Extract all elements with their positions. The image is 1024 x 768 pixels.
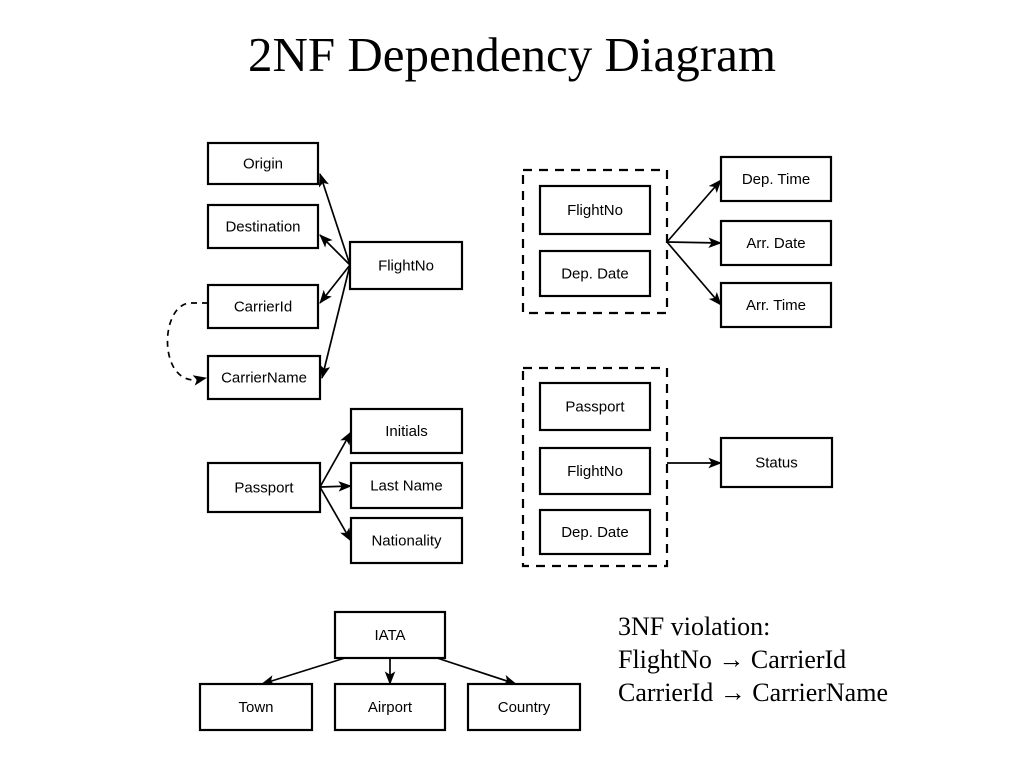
attribute-node[interactable]: Arr. Time [719, 281, 833, 329]
attribute-label: CarrierId [234, 298, 292, 315]
attribute-label: FlightNo [567, 202, 623, 219]
attribute-node[interactable]: CarrierId [206, 283, 320, 330]
attribute-node[interactable]: Destination [206, 203, 320, 250]
dependency-arrow [666, 179, 722, 243]
dependency-arrow [666, 237, 723, 249]
attribute-label: Arr. Date [746, 235, 805, 252]
dependency-arrow [666, 241, 722, 306]
attribute-node[interactable]: Airport [333, 682, 447, 732]
dependency-arrow [436, 657, 517, 686]
dependency-arrow [319, 486, 352, 542]
attribute-node[interactable]: Arr. Date [719, 219, 833, 267]
attribute-node[interactable]: Town [198, 682, 314, 732]
attribute-label: Last Name [370, 477, 443, 494]
violation-note: 3NF violation: FlightNo → CarrierId Carr… [618, 610, 1008, 709]
attribute-node[interactable]: Status [719, 436, 834, 489]
attribute-label: Origin [243, 155, 283, 172]
attribute-node[interactable]: Origin [206, 141, 320, 186]
attribute-label: IATA [374, 627, 405, 644]
attribute-node[interactable]: FlightNo [538, 446, 652, 496]
attribute-label: Dep. Time [742, 171, 810, 188]
dependency-arrow [318, 173, 351, 266]
attribute-label: Dep. Date [561, 524, 629, 541]
attribute-label: Country [498, 699, 551, 716]
attribute-node[interactable]: FlightNo [348, 240, 464, 291]
attribute-label: Passport [565, 398, 625, 415]
attribute-label: Passport [234, 479, 294, 496]
attribute-label: Initials [385, 423, 428, 440]
violation-line-2: CarrierId → CarrierName [618, 678, 888, 707]
attribute-node[interactable]: IATA [333, 610, 447, 660]
attribute-label: Airport [368, 699, 413, 716]
attribute-node[interactable]: Last Name [349, 461, 464, 510]
dependency-arrow [319, 481, 353, 492]
attribute-node[interactable]: Dep. Date [538, 249, 652, 298]
attribute-node[interactable]: Dep. Time [719, 155, 833, 203]
dependency-arrow [319, 431, 352, 488]
attribute-label: FlightNo [567, 463, 623, 480]
dependency-arrow [261, 657, 346, 686]
violation-line-1: FlightNo → CarrierId [618, 645, 847, 674]
attribute-label: Nationality [371, 532, 442, 549]
attribute-label: Town [238, 699, 273, 716]
attribute-node[interactable]: Passport [538, 381, 652, 432]
attribute-node[interactable]: Dep. Date [538, 508, 652, 556]
dependency-arrow [166, 302, 208, 386]
attribute-node[interactable]: Initials [349, 407, 464, 455]
attribute-label: CarrierName [221, 369, 307, 386]
slide-canvas: 2NF Dependency Diagram Origin Destination… [0, 0, 1024, 768]
attribute-node[interactable]: Country [466, 682, 582, 732]
attribute-node[interactable]: CarrierName [206, 354, 322, 401]
attribute-label: Arr. Time [746, 297, 806, 314]
violation-heading: 3NF violation: [618, 612, 771, 641]
attribute-node[interactable]: Nationality [349, 516, 464, 565]
attribute-node[interactable]: FlightNo [538, 184, 652, 236]
attribute-label: FlightNo [378, 257, 434, 274]
attribute-label: Status [755, 454, 798, 471]
attribute-label: Destination [225, 218, 300, 235]
attribute-label: Dep. Date [561, 265, 629, 282]
attribute-node[interactable]: Passport [206, 461, 322, 514]
